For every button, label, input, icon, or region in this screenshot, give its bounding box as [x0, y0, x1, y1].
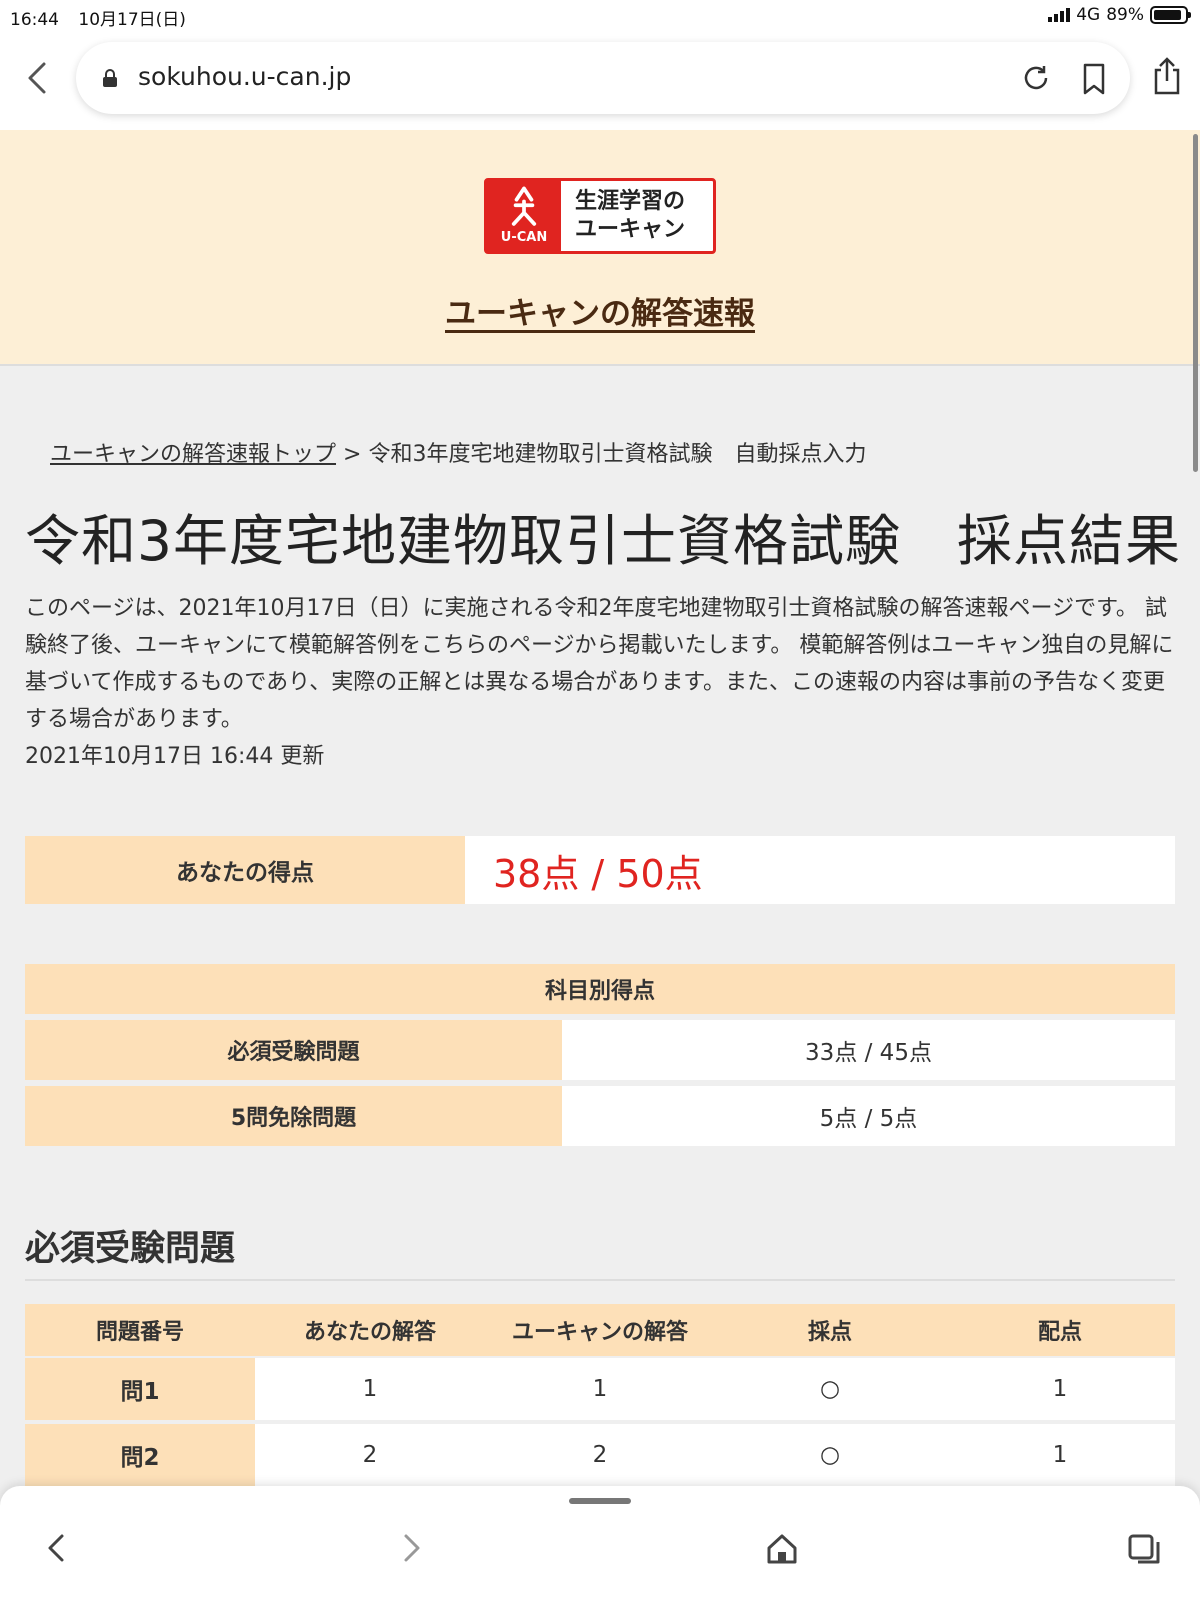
column-header: あなたの解答: [303, 1320, 436, 1345]
total-score-row: あなたの得点 38点 / 50点: [25, 836, 1175, 904]
home-icon[interactable]: [762, 1526, 802, 1570]
subject-name: 必須受験問題: [25, 1020, 562, 1080]
your-answer: 2: [255, 1424, 485, 1486]
column-header: ユーキャンの解答: [511, 1320, 688, 1345]
logo-text-line1: 生涯学習の: [575, 189, 686, 214]
question-table-header: 問題番号 あなたの解答 ユーキャンの解答 採点 配点: [25, 1304, 1175, 1356]
subject-score-row: 必須受験問題 33点 / 45点: [25, 1020, 1175, 1080]
back-arrow-icon[interactable]: [22, 58, 54, 98]
bookmark-icon[interactable]: [1080, 62, 1108, 96]
web-page: U-CAN 生涯学習の ユーキャン ユーキャンの解答速報 ユーキャンの解答速報ト…: [0, 130, 1200, 1486]
page-title: 令和3年度宅地建物取引士資格試験 採点結果: [25, 509, 1181, 573]
subject-name: 5問免除問題: [25, 1086, 562, 1146]
drag-handle[interactable]: [569, 1498, 631, 1504]
column-header: 採点: [807, 1320, 852, 1345]
section-divider: [25, 1279, 1175, 1281]
points: 1: [945, 1424, 1175, 1486]
subject-score-row: 5問免除問題 5点 / 5点: [25, 1086, 1175, 1146]
intro-paragraph: このページは、2021年10月17日（日）に実施される令和2年度宅地建物取引士資…: [25, 596, 1174, 732]
logo-text-line2: ユーキャン: [575, 217, 686, 242]
table-row: 問2 2 2 ○ 1: [25, 1424, 1175, 1486]
total-score-label: あなたの得点: [25, 836, 465, 904]
ucan-answer: 2: [485, 1424, 715, 1486]
tabs-icon[interactable]: [1124, 1526, 1164, 1570]
total-score-value: 38点 / 50点: [465, 836, 1175, 904]
address-bar[interactable]: sokuhou.u-can.jp: [76, 42, 1130, 114]
section-title: 必須受験問題: [25, 1229, 236, 1269]
subject-score: 5点 / 5点: [562, 1086, 1175, 1146]
status-bar: 16:44 10月17日(日) 4G 89%: [0, 0, 1200, 32]
forward-icon[interactable]: [392, 1526, 432, 1570]
intro-text-block: このページは、2021年10月17日（日）に実施される令和2年度宅地建物取引士資…: [25, 590, 1175, 775]
ucan-answer: 1: [485, 1358, 715, 1420]
ucan-logo[interactable]: U-CAN 生涯学習の ユーキャン: [484, 178, 716, 254]
battery-icon: [1150, 6, 1191, 24]
page-scrollbar[interactable]: [1193, 134, 1198, 472]
updated-timestamp: 2021年10月17日 16:44 更新: [25, 744, 325, 769]
question-table: 問題番号 あなたの解答 ユーキャンの解答 採点 配点 問1 1 1 ○ 1 問2…: [25, 1304, 1175, 1486]
lock-icon: [103, 69, 117, 87]
logo-mark: U-CAN: [487, 181, 561, 251]
question-number: 問2: [25, 1424, 255, 1486]
table-row: 問1 1 1 ○ 1: [25, 1358, 1175, 1420]
bottom-toolbar: [0, 1486, 1200, 1600]
grade-mark: ○: [715, 1424, 945, 1486]
browser-toolbar: sokuhou.u-can.jp: [0, 32, 1200, 130]
subject-score-heading: 科目別得点: [25, 964, 1175, 1014]
signal-icon: [1048, 8, 1071, 22]
status-time: 16:44: [10, 10, 59, 30]
breadcrumb: ユーキャンの解答速報トップ > 令和3年度宅地建物取引士資格試験 自動採点入力: [50, 436, 866, 468]
site-title-link[interactable]: ユーキャンの解答速報: [0, 288, 1200, 333]
subject-score-table: 科目別得点 必須受験問題 33点 / 45点 5問免除問題 5点 / 5点: [25, 964, 1175, 1152]
url-text: sokuhou.u-can.jp: [138, 62, 352, 91]
network-label: 4G: [1076, 5, 1101, 25]
reload-icon[interactable]: [1020, 62, 1052, 94]
share-icon[interactable]: [1152, 56, 1182, 96]
question-number: 問1: [25, 1358, 255, 1420]
your-answer: 1: [255, 1358, 485, 1420]
points: 1: [945, 1358, 1175, 1420]
breadcrumb-separator: >: [343, 442, 362, 467]
logo-symbol-icon: [511, 186, 537, 226]
battery-percent: 89%: [1106, 5, 1144, 25]
grade-mark: ○: [715, 1358, 945, 1420]
logo-mark-text: U-CAN: [500, 230, 548, 245]
back-icon[interactable]: [36, 1526, 76, 1570]
column-header: 問題番号: [95, 1320, 184, 1345]
site-header: U-CAN 生涯学習の ユーキャン ユーキャンの解答速報: [0, 130, 1200, 366]
status-date: 10月17日(日): [78, 10, 186, 30]
breadcrumb-top-link[interactable]: ユーキャンの解答速報トップ: [50, 442, 336, 467]
subject-score: 33点 / 45点: [562, 1020, 1175, 1080]
column-header: 配点: [1037, 1320, 1082, 1345]
breadcrumb-current: 令和3年度宅地建物取引士資格試験 自動採点入力: [368, 442, 867, 467]
